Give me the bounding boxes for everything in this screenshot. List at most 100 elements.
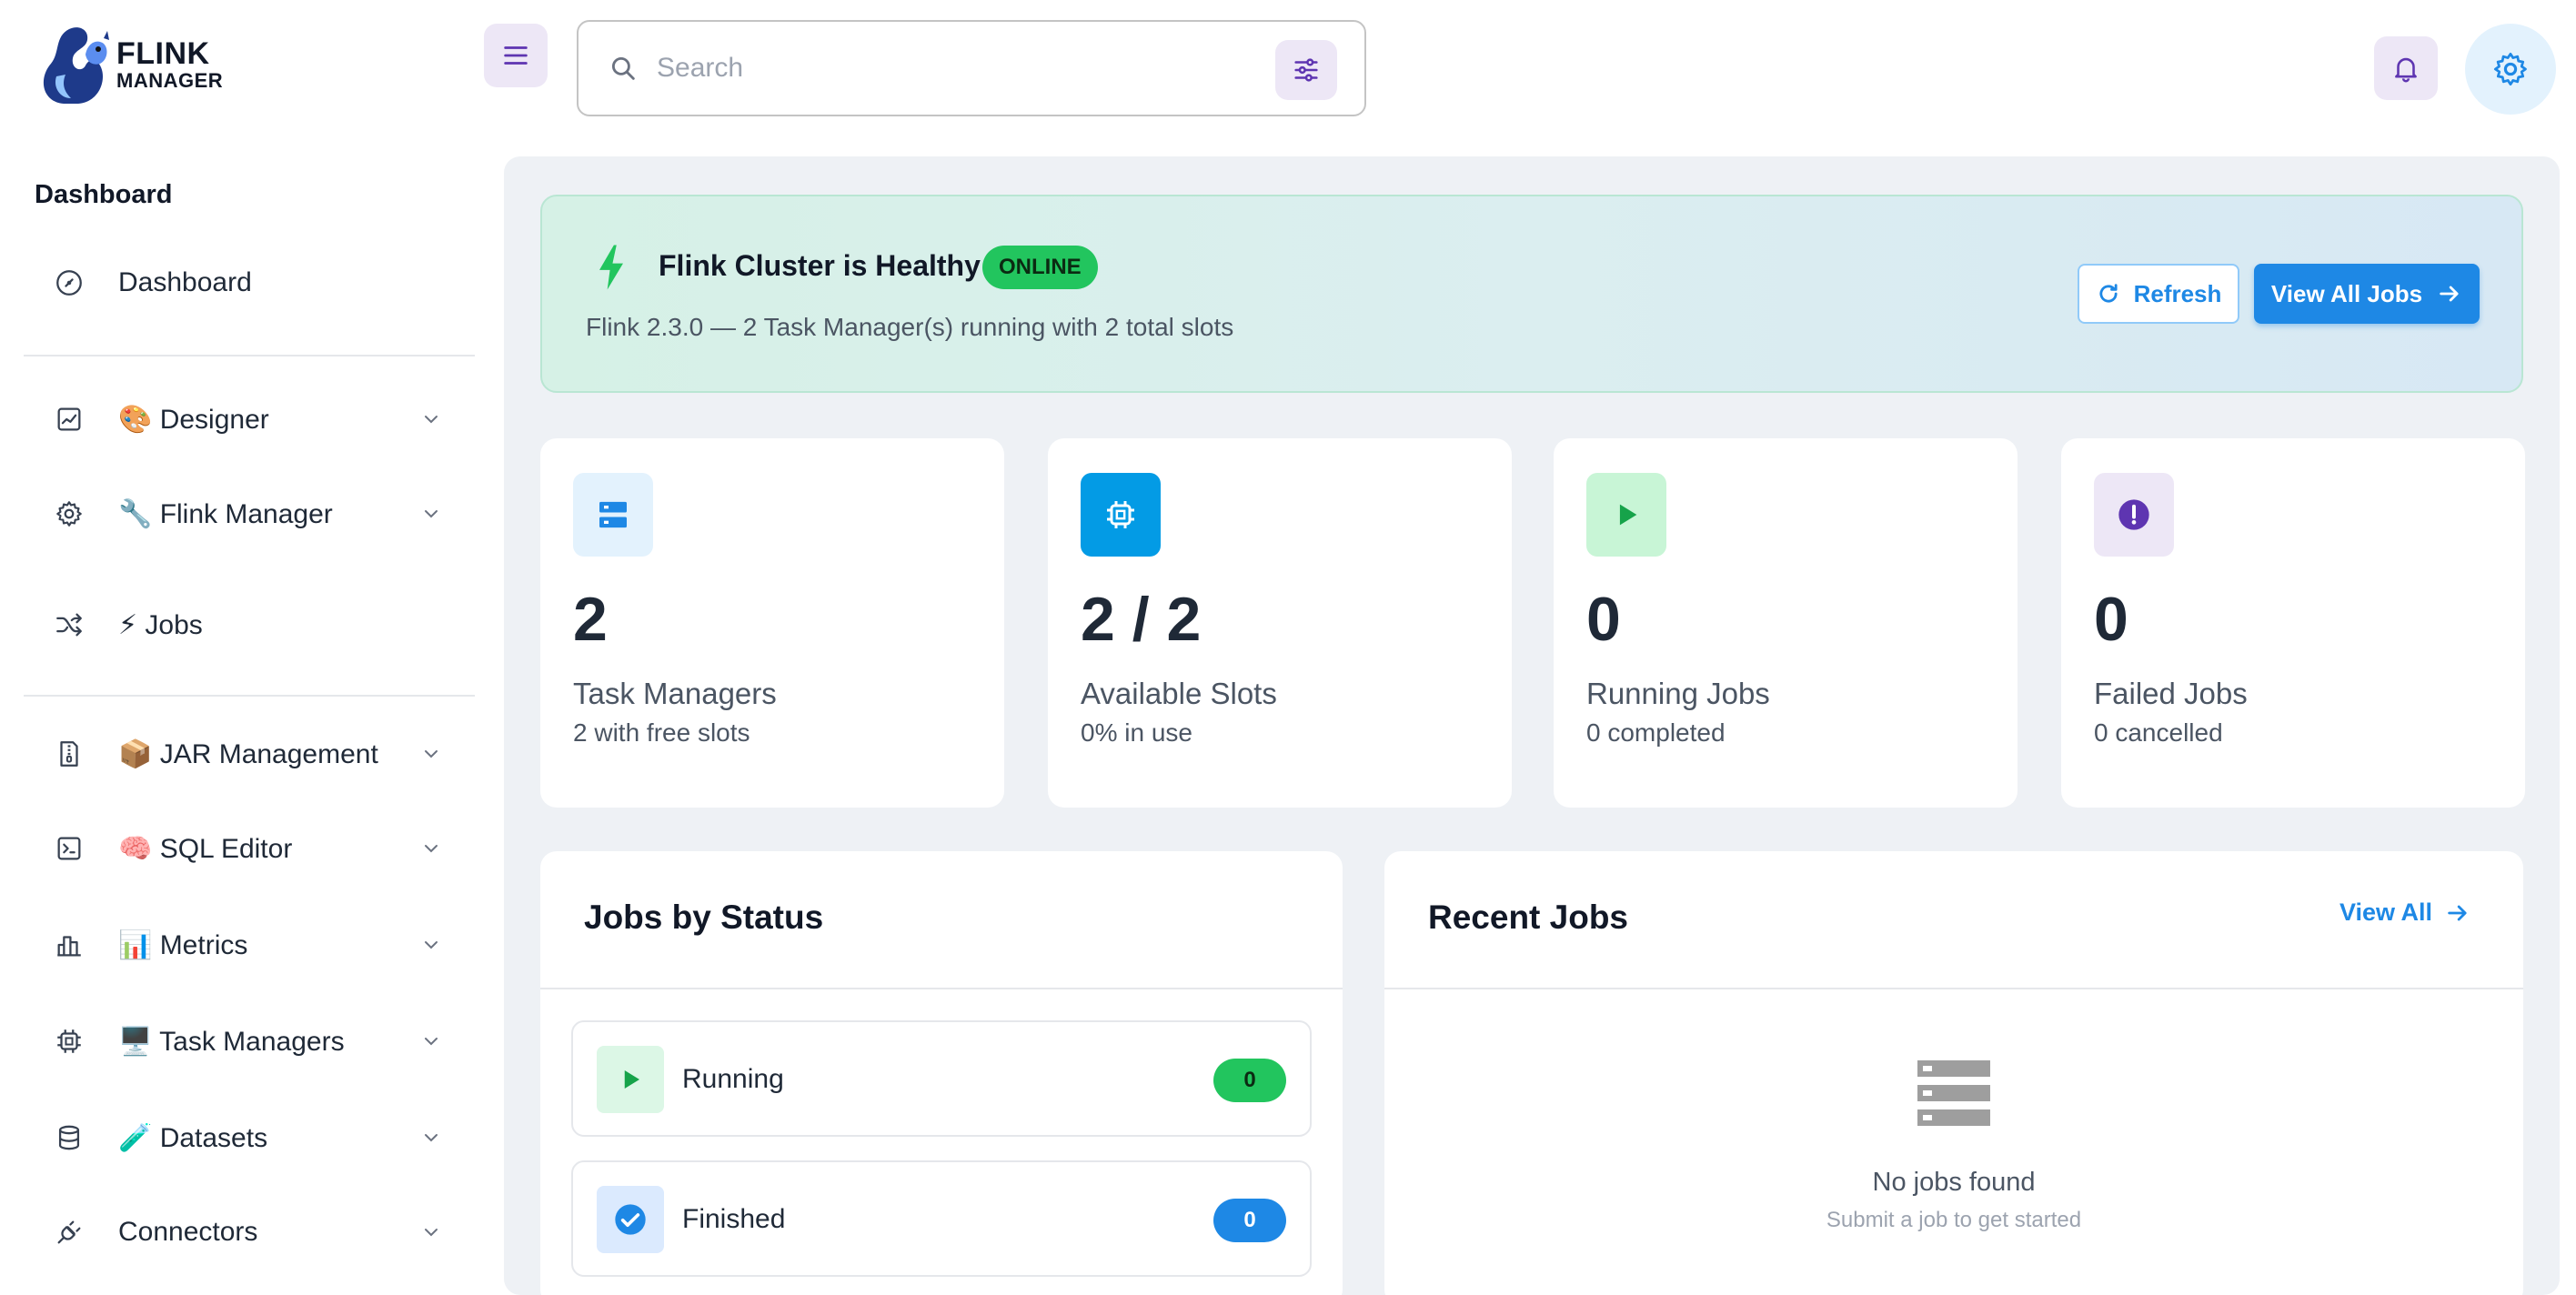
jobs-by-status-card: Jobs by Status Running 0 Finished 0 (540, 851, 1343, 1295)
status-count-badge: 0 (1213, 1059, 1286, 1102)
gear-icon (45, 498, 93, 529)
stat-label: Running Jobs (1586, 677, 1770, 710)
sidebar-item-designer[interactable]: 🎨 Designer (24, 380, 475, 458)
card-title: Recent Jobs (1428, 898, 1629, 936)
stat-value: 0 (1586, 585, 1621, 654)
stat-subtext: 2 with free slots (573, 718, 750, 747)
stat-card-available-slots: 2 / 2 Available Slots 0% in use (1048, 438, 1512, 808)
app-logo[interactable]: FLINK MANAGER (36, 22, 227, 107)
status-row-running[interactable]: Running 0 (571, 1020, 1312, 1137)
card-title: Jobs by Status (584, 898, 824, 936)
stat-value: 2 (573, 585, 608, 654)
stat-card-task-managers: 2 Task Managers 2 with free slots (540, 438, 1004, 808)
bell-icon (2395, 57, 2417, 83)
view-all-jobs-label: View All Jobs (2270, 279, 2423, 307)
empty-state-title: No jobs found (1872, 1168, 2036, 1197)
sidebar-item-label: 🧪 Datasets (118, 1122, 268, 1153)
stat-label: Available Slots (1081, 677, 1277, 710)
chart-icon (45, 404, 93, 435)
status-label: Finished (682, 1204, 786, 1234)
refresh-label: Refresh (2133, 279, 2222, 307)
chevron-down-icon (425, 941, 438, 949)
shuffle-icon (45, 609, 93, 640)
empty-state-subtitle: Submit a job to get started (1826, 1208, 2082, 1232)
view-all-label: View All (2339, 898, 2432, 926)
play-icon (597, 1046, 664, 1113)
plug-icon (45, 1217, 93, 1248)
sidebar-item-jobs[interactable]: ⚡ Jobs (24, 586, 475, 664)
sidebar-item-flink-manager[interactable]: 🔧 Flink Manager (24, 475, 475, 553)
sidebar-item-label: 📦 JAR Management (118, 738, 378, 769)
dashboard-icon (45, 267, 93, 298)
squirrel-logo-icon (43, 27, 109, 104)
refresh-icon (2099, 284, 2118, 303)
sidebar-item-label: 🔧 Flink Manager (118, 498, 333, 529)
sidebar-item-connectors[interactable]: Connectors (24, 1193, 475, 1271)
sidebar-item-label: ⚡ Jobs (118, 609, 203, 640)
card-divider (1384, 988, 2523, 989)
sidebar-item-label: 🎨 Designer (118, 404, 269, 435)
chevron-down-icon (425, 1229, 438, 1237)
sidebar-item-sql-editor[interactable]: 🧠 SQL Editor (24, 809, 475, 888)
search-bar[interactable] (577, 20, 1366, 116)
search-input[interactable] (657, 53, 1257, 84)
stat-subtext: 0% in use (1081, 718, 1192, 747)
alert-icon (2094, 473, 2174, 557)
settings-button[interactable] (2465, 24, 2556, 115)
stat-subtext: 0 cancelled (2094, 718, 2223, 747)
chevron-down-icon (425, 845, 438, 853)
chevron-down-icon (425, 1038, 438, 1046)
view-all-link[interactable]: View All (2340, 898, 2470, 927)
chevron-down-icon (425, 510, 438, 518)
view-all-jobs-button[interactable]: View All Jobs (2254, 264, 2480, 324)
arrow-right-icon (2440, 286, 2459, 302)
recent-jobs-card: Recent Jobs View All No jobs found Submi… (1384, 851, 2523, 1295)
sidebar-item-metrics[interactable]: 📊 Metrics (24, 906, 475, 984)
sidebar-divider (24, 355, 475, 356)
hamburger-menu-icon (504, 46, 528, 65)
zip-file-icon (45, 738, 93, 769)
stat-card-failed-jobs: 0 Failed Jobs 0 cancelled (2061, 438, 2525, 808)
banner-subtitle: Flink 2.3.0 — 2 Task Manager(s) running … (586, 313, 1234, 341)
sidebar-item-datasets[interactable]: 🧪 Datasets (24, 1099, 475, 1177)
sidebar-divider (24, 695, 475, 697)
sidebar-item-label: 📊 Metrics (118, 929, 248, 960)
chip-icon (1081, 473, 1161, 557)
sidebar-item-dashboard[interactable]: Dashboard (24, 244, 475, 322)
stat-label: Failed Jobs (2094, 677, 2248, 710)
gear-icon (2493, 52, 2527, 86)
server-icon (573, 473, 653, 557)
logo-line-2: MANAGER (116, 69, 224, 92)
chevron-down-icon (425, 1134, 438, 1142)
sidebar-heading: Dashboard (35, 180, 173, 209)
stat-value: 0 (2094, 585, 2128, 654)
status-count-badge: 0 (1213, 1199, 1286, 1242)
chevron-down-icon (425, 750, 438, 758)
play-icon (1586, 473, 1666, 557)
check-icon (597, 1186, 664, 1253)
stat-subtext: 0 completed (1586, 718, 1726, 747)
status-badge: ONLINE (982, 246, 1098, 289)
refresh-button[interactable]: Refresh (2078, 264, 2239, 324)
chip-icon (45, 1026, 93, 1057)
menu-toggle-button[interactable] (484, 24, 548, 87)
search-icon (608, 53, 639, 84)
terminal-icon (45, 833, 93, 864)
card-divider (540, 988, 1343, 989)
notifications-button[interactable] (2374, 36, 2438, 100)
stat-card-running-jobs: 0 Running Jobs 0 completed (1554, 438, 2018, 808)
stat-label: Task Managers (573, 677, 777, 710)
sidebar-item-label: 🖥️ Task Managers (118, 1026, 345, 1057)
sidebar-item-jar-management[interactable]: 📦 JAR Management (24, 715, 475, 793)
search-filter-button[interactable] (1275, 40, 1337, 100)
status-row-finished[interactable]: Finished 0 (571, 1160, 1312, 1277)
sidebar-item-task-managers[interactable]: 🖥️ Task Managers (24, 1002, 475, 1080)
stat-value: 2 / 2 (1081, 585, 1202, 654)
arrow-right-icon (2448, 905, 2467, 920)
banner-title: Flink Cluster is Healthy (659, 249, 981, 282)
database-icon (45, 1122, 93, 1153)
sidebar-item-label: Connectors (118, 1217, 258, 1247)
chevron-down-icon (425, 416, 438, 424)
logo-line-1: FLINK (116, 36, 210, 71)
sidebar-item-label: Dashboard (118, 267, 252, 297)
